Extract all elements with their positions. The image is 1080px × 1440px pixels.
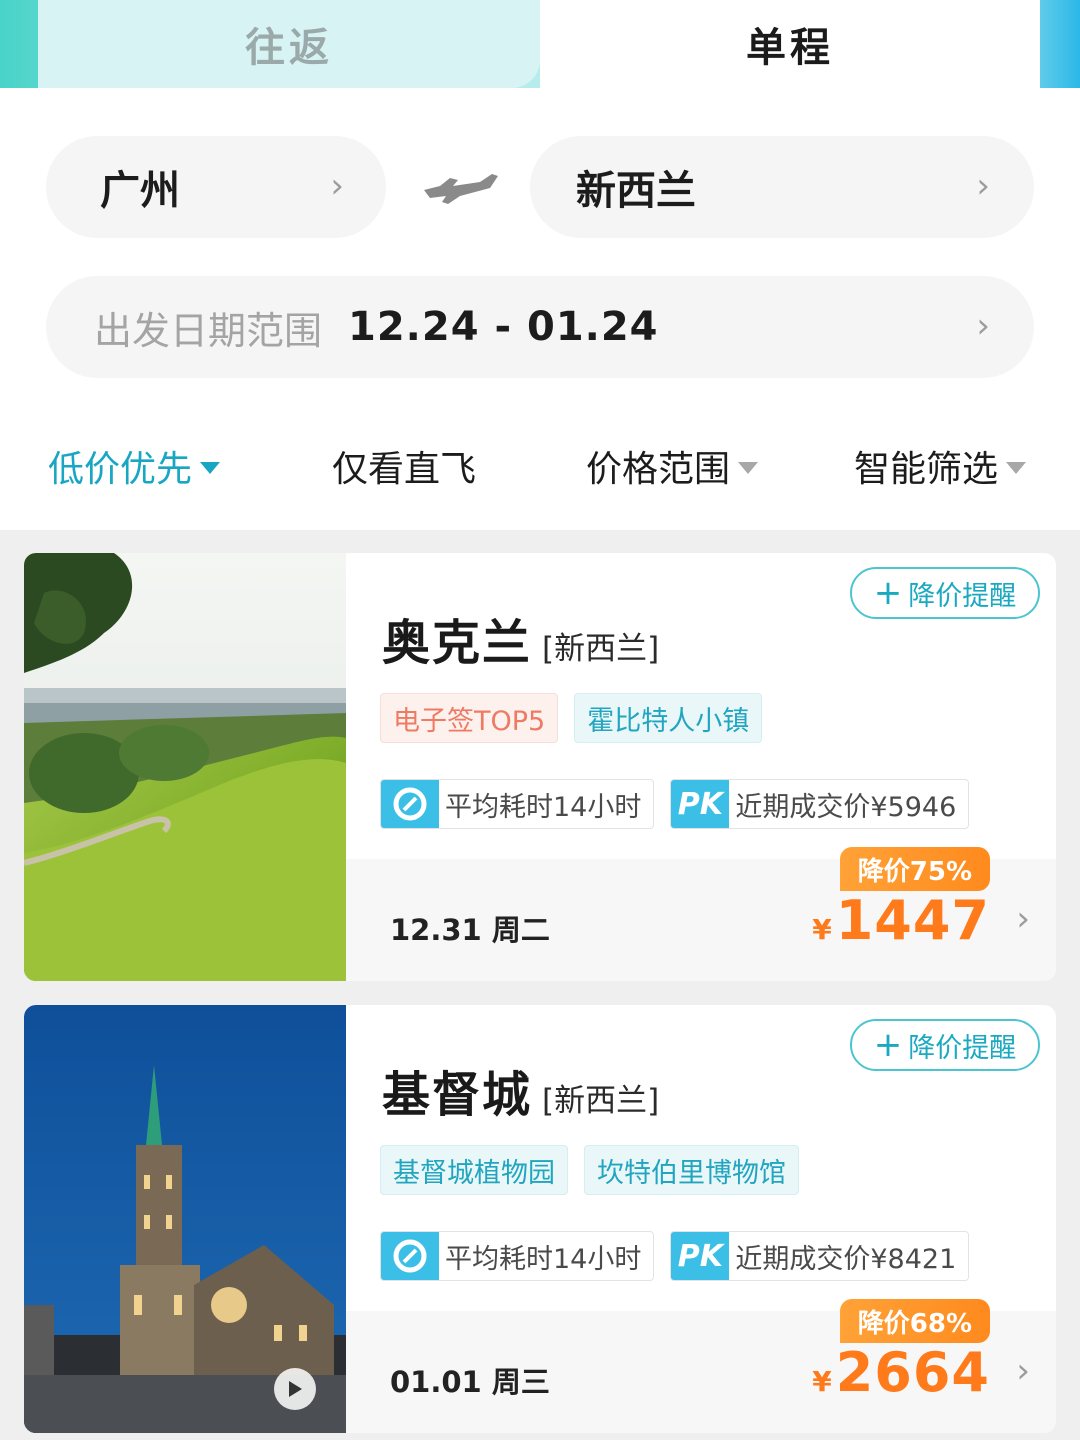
recent-price-text: 近期成交价¥5946 bbox=[735, 791, 957, 823]
price-alert-label: 降价提醒 bbox=[908, 580, 1017, 612]
pk-icon: PK bbox=[671, 780, 730, 828]
tag-list: 基督城植物园 坎特伯里博物馆 bbox=[380, 1145, 815, 1195]
plus-icon: + bbox=[873, 1025, 903, 1065]
city-name: 奥克兰 bbox=[382, 615, 533, 671]
departure-city-selector[interactable]: 广州 › bbox=[46, 136, 386, 238]
price-amount: 1447 bbox=[835, 889, 990, 952]
tag: 霍比特人小镇 bbox=[574, 693, 763, 743]
country-name: [新西兰] bbox=[542, 1083, 660, 1119]
tab-one-way[interactable]: 单程 bbox=[540, 0, 1040, 88]
tab-round-trip[interactable]: 往返 bbox=[38, 0, 540, 88]
currency-symbol: ¥ bbox=[812, 913, 832, 946]
card-info: + 降价提醒 基督城 [新西兰] 基督城植物园 坎特伯里博物馆 平均耗时14小时 bbox=[346, 1005, 1056, 1433]
destination-card-auckland[interactable]: + 降价提醒 奥克兰 [新西兰] 电子签TOP5 霍比特人小镇 平均耗时14小时 bbox=[24, 553, 1056, 981]
price-row[interactable]: 12.31 周二 降价75% ¥ 1447 › bbox=[346, 847, 1056, 981]
discount-badge: 降价68% bbox=[839, 1299, 990, 1343]
clock-icon bbox=[381, 780, 439, 828]
filter-direct-only[interactable]: 仅看直飞 bbox=[332, 440, 476, 492]
price-alert-label: 降价提醒 bbox=[908, 1032, 1017, 1064]
price-row[interactable]: 01.01 周三 降价68% ¥ 2664 › bbox=[346, 1299, 1056, 1433]
chevron-right-icon: › bbox=[1016, 1351, 1030, 1391]
dropdown-arrow-icon bbox=[738, 462, 759, 474]
price: ¥ 2664 bbox=[812, 1341, 990, 1404]
country-name: [新西兰] bbox=[542, 631, 660, 667]
departure-city: 广州 bbox=[100, 168, 180, 214]
card-title: 基督城 [新西兰] bbox=[382, 1055, 659, 1125]
tag: 电子签TOP5 bbox=[380, 693, 559, 743]
recent-price-badge: PK 近期成交价¥8421 bbox=[670, 1231, 970, 1281]
chevron-right-icon: › bbox=[330, 166, 344, 206]
filter-label: 价格范围 bbox=[586, 449, 731, 490]
filter-label: 仅看直飞 bbox=[332, 449, 477, 490]
date-range-value: 12.24 - 01.24 bbox=[348, 304, 659, 350]
filter-smart[interactable]: 智能筛选 bbox=[854, 440, 1027, 492]
stats-row: 平均耗时14小时 PK 近期成交价¥5946 bbox=[380, 779, 985, 829]
destination-selector[interactable]: 新西兰 › bbox=[530, 136, 1034, 238]
filter-price-range[interactable]: 价格范围 bbox=[586, 440, 759, 492]
departure-date: 12.31 周二 bbox=[390, 913, 550, 947]
play-icon bbox=[289, 1381, 302, 1397]
chevron-right-icon: › bbox=[976, 166, 990, 206]
price-amount: 2664 bbox=[835, 1341, 990, 1404]
pk-icon: PK bbox=[671, 1232, 730, 1280]
price: ¥ 1447 bbox=[812, 889, 990, 952]
filter-low-price-first[interactable]: 低价优先 bbox=[48, 440, 221, 492]
price-alert-button[interactable]: + 降价提醒 bbox=[850, 567, 1040, 619]
dropdown-arrow-icon bbox=[200, 462, 221, 474]
landscape-image bbox=[24, 553, 346, 981]
clock-icon bbox=[381, 1232, 439, 1280]
avg-duration-text: 平均耗时14小时 bbox=[445, 791, 642, 823]
filter-bar: 低价优先 仅看直飞 价格范围 智能筛选 bbox=[0, 440, 1080, 490]
tag: 基督城植物园 bbox=[380, 1145, 568, 1195]
tab-one-way-label: 单程 bbox=[746, 25, 834, 71]
avg-duration-badge: 平均耗时14小时 bbox=[380, 1231, 655, 1281]
price-alert-button[interactable]: + 降价提醒 bbox=[850, 1019, 1040, 1071]
filter-label: 低价优先 bbox=[48, 449, 193, 490]
destination-photo bbox=[24, 1005, 346, 1433]
stats-row: 平均耗时14小时 PK 近期成交价¥8421 bbox=[380, 1231, 985, 1281]
app-screen: 往返 单程 广州 › 新西兰 › 出发日期范围 12.24 - 01.24 › … bbox=[0, 0, 1080, 1440]
chevron-right-icon: › bbox=[976, 306, 990, 346]
date-range-label: 出发日期范围 bbox=[94, 308, 323, 353]
discount-badge: 降价75% bbox=[839, 847, 990, 891]
date-range-selector[interactable]: 出发日期范围 12.24 - 01.24 › bbox=[46, 276, 1034, 378]
destination-photo bbox=[24, 553, 346, 981]
destination-card-christchurch[interactable]: + 降价提醒 基督城 [新西兰] 基督城植物园 坎特伯里博物馆 平均耗时14小时 bbox=[24, 1005, 1056, 1433]
currency-symbol: ¥ bbox=[812, 1365, 832, 1398]
tag: 坎特伯里博物馆 bbox=[584, 1145, 799, 1195]
departure-date: 01.01 周三 bbox=[390, 1365, 550, 1399]
chevron-right-icon: › bbox=[1016, 899, 1030, 939]
city-name: 基督城 bbox=[382, 1067, 533, 1123]
dropdown-arrow-icon bbox=[1006, 462, 1027, 474]
search-panel: 往返 单程 广州 › 新西兰 › 出发日期范围 12.24 - 01.24 › … bbox=[0, 0, 1080, 530]
airplane-icon bbox=[424, 174, 498, 204]
tab-round-trip-label: 往返 bbox=[245, 25, 333, 71]
plus-icon: + bbox=[873, 573, 903, 613]
recent-price-text: 近期成交价¥8421 bbox=[735, 1243, 957, 1275]
recent-price-badge: PK 近期成交价¥5946 bbox=[670, 779, 970, 829]
avg-duration-text: 平均耗时14小时 bbox=[445, 1243, 642, 1275]
card-title: 奥克兰 [新西兰] bbox=[382, 603, 659, 673]
play-video-button[interactable] bbox=[274, 1368, 316, 1410]
tag-list: 电子签TOP5 霍比特人小镇 bbox=[380, 693, 778, 743]
destination-city: 新西兰 bbox=[576, 168, 696, 214]
avg-duration-badge: 平均耗时14小时 bbox=[380, 779, 655, 829]
filter-label: 智能筛选 bbox=[854, 449, 999, 490]
card-info: + 降价提醒 奥克兰 [新西兰] 电子签TOP5 霍比特人小镇 平均耗时14小时 bbox=[346, 553, 1056, 981]
